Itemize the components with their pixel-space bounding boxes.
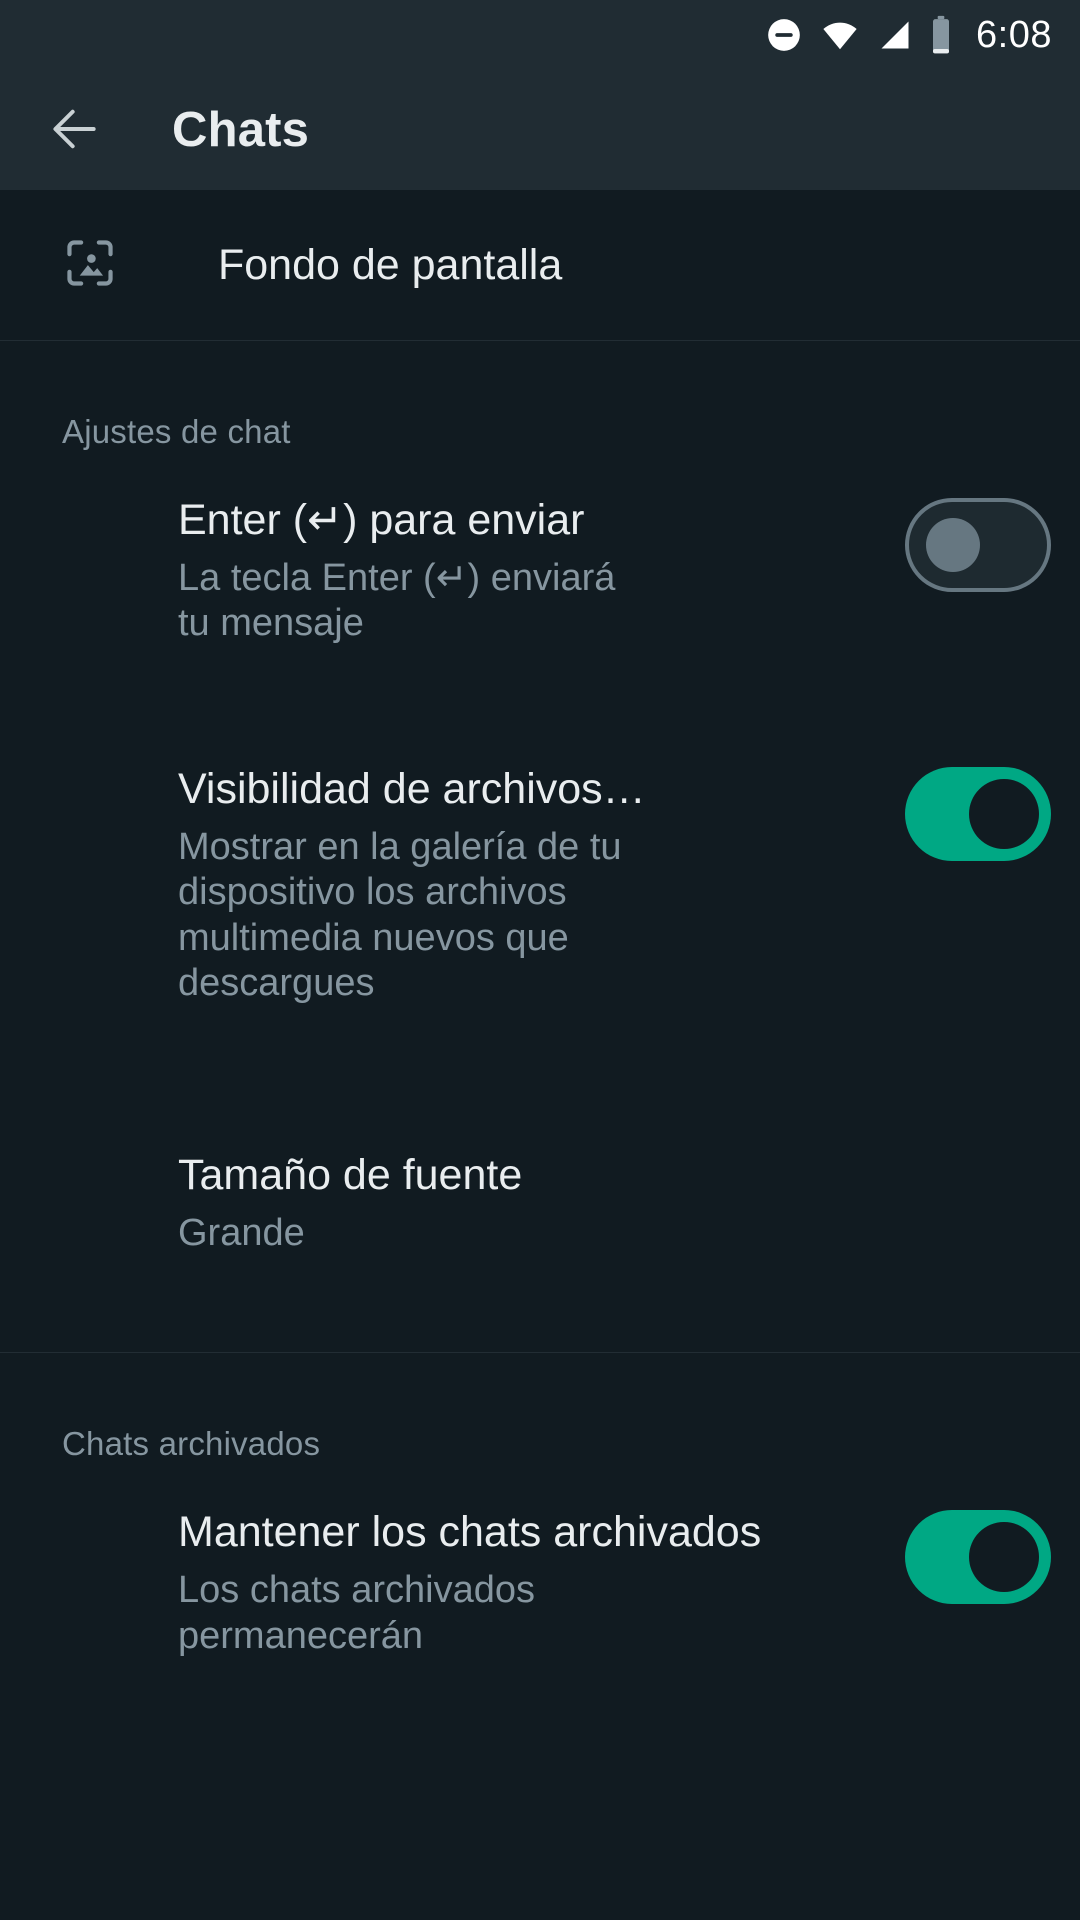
setting-row-font-size[interactable]: Tamaño de fuente Grande bbox=[0, 1103, 1080, 1256]
toggle-slot-media-visibility bbox=[875, 763, 1080, 861]
row-spacer-3 bbox=[0, 1256, 1080, 1352]
row-spacer-2 bbox=[0, 1007, 1080, 1103]
status-bar: 6:08 bbox=[0, 0, 1080, 70]
setting-text-font-size: Tamaño de fuente Grande bbox=[0, 1149, 875, 1256]
battery-icon bbox=[930, 15, 952, 55]
wallpaper-image-icon bbox=[60, 235, 120, 296]
setting-subtitle-enter-to-send: La tecla Enter (↵) enviará tu mensaje bbox=[178, 556, 616, 645]
toggle-media-visibility[interactable] bbox=[904, 766, 1051, 861]
section-header-chat-settings: Ajustes de chat bbox=[62, 413, 291, 450]
setting-row-media-visibility[interactable]: Visibilidad de archivos… Mostrar en la g… bbox=[0, 717, 1080, 1007]
row-spacer-1 bbox=[0, 647, 1080, 717]
toggle-knob bbox=[925, 518, 980, 572]
cellular-signal-icon bbox=[877, 16, 913, 54]
back-arrow-icon bbox=[47, 101, 103, 160]
section-header-archived-chats: Chats archivados bbox=[62, 1425, 321, 1463]
status-bar-clock: 6:08 bbox=[976, 13, 1052, 56]
status-bar-icons bbox=[765, 15, 952, 55]
setting-title-font-size: Tamaño de fuente bbox=[178, 1151, 523, 1200]
app-bar: Chats bbox=[0, 70, 1080, 190]
setting-text-enter-to-send: Enter (↵) para enviar La tecla Enter (↵)… bbox=[0, 494, 875, 647]
wallpaper-label: Fondo de pantalla bbox=[218, 240, 563, 289]
toggle-knob bbox=[968, 778, 1039, 849]
toggle-keep-chats-archived[interactable] bbox=[904, 1510, 1051, 1605]
setting-row-wallpaper[interactable]: Fondo de pantalla bbox=[0, 190, 1080, 340]
toggle-slot-enter-to-send bbox=[875, 494, 1080, 592]
settings-list: Fondo de pantalla Ajustes de chat Enter … bbox=[0, 190, 1080, 1920]
setting-subtitle-keep-chats-archived: Los chats archivados permanecerán bbox=[178, 1569, 535, 1657]
toggle-slot-keep-chats-archived bbox=[875, 1506, 1080, 1605]
toggle-knob bbox=[968, 1522, 1039, 1593]
wallpaper-icon-slot bbox=[0, 235, 218, 296]
setting-row-enter-to-send[interactable]: Enter (↵) para enviar La tecla Enter (↵)… bbox=[0, 448, 1080, 647]
page-title: Chats bbox=[172, 103, 310, 157]
wifi-icon bbox=[820, 16, 860, 54]
setting-title-keep-chats-archived: Mantener los chats archivados bbox=[178, 1508, 762, 1557]
settings-screen: 6:08 Chats Fondo de pantalla Ajustes de … bbox=[0, 0, 1080, 1920]
setting-subtitle-media-visibility: Mostrar en la galería de tu dispositivo … bbox=[178, 825, 622, 1005]
toggle-enter-to-send[interactable] bbox=[904, 498, 1051, 592]
setting-title-media-visibility: Visibilidad de archivos… bbox=[178, 764, 646, 813]
setting-text-keep-chats-archived: Mantener los chats archivados Los chats … bbox=[0, 1506, 875, 1659]
setting-text-media-visibility: Visibilidad de archivos… Mostrar en la g… bbox=[0, 763, 875, 1007]
do-not-disturb-icon bbox=[765, 16, 803, 54]
setting-subtitle-font-size: Grande bbox=[178, 1211, 305, 1254]
setting-title-enter-to-send: Enter (↵) para enviar bbox=[178, 496, 585, 544]
setting-row-keep-chats-archived[interactable]: Mantener los chats archivados Los chats … bbox=[0, 1460, 1080, 1659]
back-button[interactable] bbox=[44, 99, 106, 161]
